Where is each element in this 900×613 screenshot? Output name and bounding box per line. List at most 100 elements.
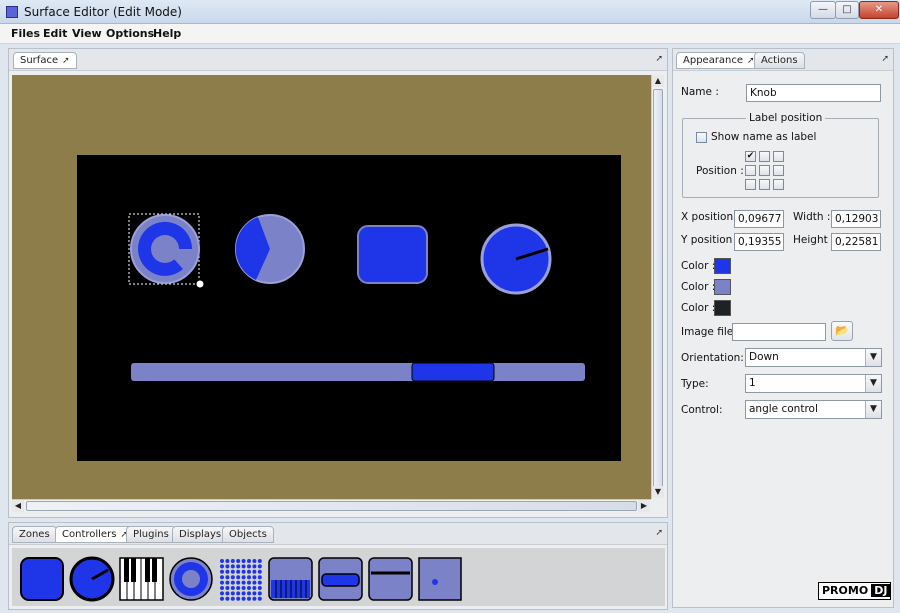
matrix-dot (225, 564, 230, 569)
x-position-field[interactable]: 0,09677 (734, 210, 784, 228)
type-select[interactable]: 1 ▼ (745, 374, 882, 393)
position-cell[interactable] (759, 151, 770, 162)
logo-part-a: PROMO (822, 584, 869, 597)
matrix-dot (220, 564, 224, 569)
matrix-dot (252, 564, 257, 569)
label-position-title: Label position (746, 112, 826, 124)
browse-folder-icon[interactable]: 📂 (831, 321, 853, 341)
position-cell[interactable]: ✔ (745, 151, 756, 162)
matrix-dot (247, 575, 251, 580)
matrix-dot (247, 591, 251, 596)
color-swatch-2[interactable] (714, 279, 731, 295)
matrix-dot (252, 586, 257, 590)
matrix-dot (257, 569, 262, 574)
position-cell[interactable] (773, 151, 784, 162)
pad-icon[interactable] (20, 557, 64, 601)
xy-pad-icon[interactable] (418, 557, 462, 601)
matrix-dot (247, 586, 251, 590)
position-cell[interactable] (759, 165, 770, 176)
matrix-dot (220, 580, 224, 585)
color-swatch-1[interactable] (714, 258, 731, 274)
piano-keys-icon[interactable] (119, 557, 164, 601)
matrix-dot (241, 586, 246, 590)
matrix-dot (247, 569, 251, 574)
width-field[interactable]: 0,12903 (831, 210, 881, 228)
matrix-dot (241, 559, 246, 563)
matrix-dot (236, 586, 241, 590)
matrix-dot (220, 569, 224, 574)
matrix-dot (230, 559, 235, 563)
logo-part-b: DJ (871, 584, 891, 597)
matrix-dot (225, 559, 230, 563)
matrix-dot (247, 564, 251, 569)
matrix-dot (236, 559, 241, 563)
image-file-label: Image file: (681, 326, 737, 338)
position-cell[interactable] (773, 165, 784, 176)
matrix-dot (252, 580, 257, 585)
chevron-down-icon[interactable]: ▼ (865, 349, 881, 366)
control-label: Control: (681, 404, 723, 416)
drawbar-icon[interactable] (268, 557, 313, 601)
matrix-dot (252, 591, 257, 596)
matrix-dot (230, 580, 235, 585)
position-cell[interactable] (745, 179, 756, 190)
matrix-dot (236, 569, 241, 574)
name-field[interactable]: Knob (746, 84, 881, 102)
promodj-logo: PROMO DJ (818, 582, 892, 600)
matrix-dot (225, 569, 230, 574)
matrix-dot (236, 596, 241, 601)
orientation-label: Orientation: (681, 352, 744, 364)
properties-tabstrip: Appearance ➚ Actions ➚ (673, 49, 893, 71)
tab-appearance[interactable]: Appearance ➚ (676, 52, 763, 69)
x-position-label: X position : (681, 211, 740, 223)
color-swatch-3[interactable] (714, 300, 731, 316)
chevron-down-icon[interactable]: ▼ (865, 375, 881, 392)
color-label-1: Color : (681, 260, 716, 272)
height-field[interactable]: 0,22581 (831, 233, 881, 251)
control-value: angle control (749, 403, 818, 415)
matrix-dot (247, 596, 251, 601)
matrix-dot (257, 586, 262, 590)
matrix-dot (236, 580, 241, 585)
encoder-icon[interactable] (169, 557, 213, 601)
button-icon[interactable] (318, 557, 363, 601)
matrix-dot (220, 591, 224, 596)
control-select[interactable]: angle control ▼ (745, 400, 882, 419)
type-value: 1 (749, 377, 756, 389)
position-cell[interactable] (745, 165, 756, 176)
matrix-dot (257, 559, 262, 563)
matrix-dot (236, 591, 241, 596)
image-file-field[interactable] (732, 323, 826, 341)
width-label: Width : (793, 211, 831, 223)
matrix-dot (236, 575, 241, 580)
matrix-dot (220, 596, 224, 601)
matrix-dot (220, 586, 224, 590)
position-label: Position : (696, 165, 744, 177)
matrix-dot (236, 564, 241, 569)
orientation-select[interactable]: Down ▼ (745, 348, 882, 367)
matrix-dot (252, 596, 257, 601)
matrix-dot (247, 580, 251, 585)
dot-matrix-icon[interactable] (220, 559, 262, 601)
position-cell[interactable] (773, 179, 784, 190)
show-name-checkbox[interactable] (696, 132, 707, 143)
matrix-dot (257, 580, 262, 585)
matrix-dot (230, 564, 235, 569)
name-label: Name : (681, 86, 719, 98)
matrix-dot (252, 575, 257, 580)
chevron-down-icon[interactable]: ▼ (865, 401, 881, 418)
matrix-dot (241, 580, 246, 585)
matrix-dot (230, 569, 235, 574)
type-label: Type: (681, 378, 709, 390)
matrix-dot (241, 596, 246, 601)
tab-actions[interactable]: Actions (754, 52, 805, 69)
y-position-field[interactable]: 0,19355 (734, 233, 784, 251)
position-cell[interactable] (759, 179, 770, 190)
matrix-dot (230, 586, 235, 590)
fader-icon[interactable] (368, 557, 413, 601)
matrix-dot (252, 559, 257, 563)
panel-pin-icon[interactable]: ➚ (881, 54, 889, 64)
matrix-dot (241, 564, 246, 569)
matrix-dot (220, 575, 224, 580)
knob-icon[interactable] (69, 556, 115, 602)
